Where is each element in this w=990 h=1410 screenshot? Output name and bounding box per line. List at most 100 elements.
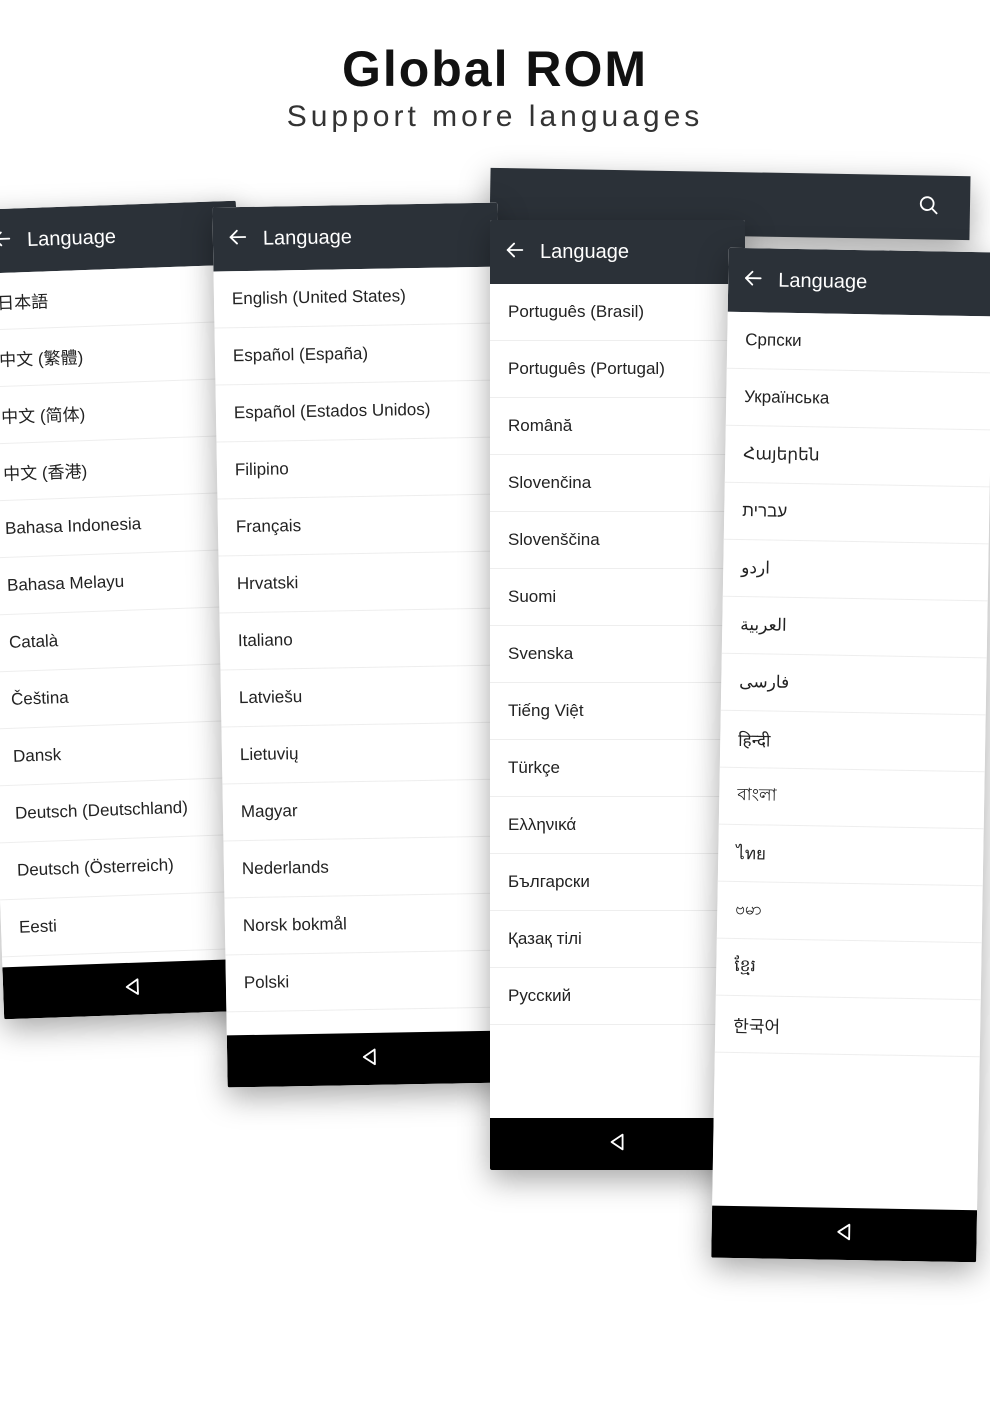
language-label: 한국어	[733, 1011, 780, 1037]
language-label: فارسی	[739, 672, 789, 693]
list-item[interactable]: Српски	[727, 312, 990, 374]
nav-back-icon[interactable]	[833, 1220, 855, 1247]
list-item[interactable]: Português (Portugal)	[490, 341, 745, 398]
language-label: Magyar	[241, 801, 298, 822]
language-label: Français	[236, 516, 302, 537]
language-label: 中文 (繁體)	[0, 343, 84, 371]
language-label: Čeština	[11, 688, 69, 710]
language-label: Eesti	[19, 916, 57, 937]
language-label: Lietuvių	[240, 744, 299, 765]
list-item[interactable]: Bahasa Melayu	[0, 549, 250, 615]
language-label: हिन्दी	[738, 728, 771, 752]
list-item[interactable]: Русский	[490, 968, 745, 1025]
language-label: Español (España)	[233, 344, 368, 366]
list-item[interactable]: Ελληνικά	[490, 797, 745, 854]
list-item[interactable]: Български	[490, 854, 745, 911]
list-item[interactable]: 中文 (繁體)	[0, 322, 242, 388]
phone-screenshot-2: Language English (United States) Español (…	[212, 203, 512, 1088]
appbar: Language	[0, 201, 238, 274]
list-item[interactable]: বাংলা	[719, 768, 985, 830]
list-item[interactable]: Dansk	[0, 720, 256, 786]
language-label: Bahasa Melayu	[7, 572, 125, 596]
list-item[interactable]: Português (Brasil)	[490, 284, 745, 341]
language-label: Türkçe	[508, 758, 560, 778]
language-label: Tiếng Việt	[508, 701, 584, 721]
list-item[interactable]: فارسی	[721, 654, 987, 716]
language-label: Català	[9, 631, 59, 653]
nav-back-icon[interactable]	[358, 1045, 380, 1072]
appbar-title: Language	[263, 226, 352, 251]
list-item[interactable]: Italiano	[219, 609, 505, 671]
language-label: Italiano	[238, 630, 293, 651]
language-label: Ελληνικά	[508, 815, 576, 835]
android-navbar	[490, 1118, 745, 1170]
phone-screenshot-4: Language СрпскиУкраїнська Հայերեն עברית اردو…	[711, 248, 990, 1262]
language-label: Polski	[244, 972, 290, 993]
list-item[interactable]: Bahasa Indonesia	[0, 493, 248, 559]
language-label: Deutsch (Deutschland)	[15, 798, 189, 824]
list-item[interactable]: Svenska	[490, 626, 745, 683]
list-item[interactable]: Lietuvių	[221, 723, 507, 785]
list-item[interactable]: العربية	[722, 597, 988, 659]
list-item[interactable]: Suomi	[490, 569, 745, 626]
list-item[interactable]: Norsk bokmål	[224, 893, 510, 955]
phone-screenshot-3: LanguagePortuguês (Brasil)Português (Por…	[490, 220, 745, 1170]
list-item[interactable]: Nederlands	[223, 836, 509, 898]
list-item[interactable]: Deutsch (Österreich)	[0, 834, 260, 900]
language-label: Հայերեն	[743, 444, 820, 465]
language-label: Norsk bokmål	[243, 914, 347, 936]
language-label: Русский	[508, 986, 571, 1006]
list-item[interactable]: ខ្មែរ	[716, 939, 982, 1001]
language-label: Português (Brasil)	[508, 302, 644, 322]
android-navbar	[227, 1030, 513, 1087]
back-icon[interactable]	[504, 239, 526, 266]
list-item[interactable]: ဗမာ	[717, 882, 983, 944]
list-item[interactable]: Español (España)	[214, 324, 500, 386]
list-item[interactable]: Українська	[726, 369, 990, 431]
list-item[interactable]: Polski	[225, 950, 511, 1012]
promo-title: Global ROM	[0, 40, 990, 98]
back-icon[interactable]	[742, 267, 764, 294]
list-item[interactable]: 中文 (简体)	[0, 379, 244, 445]
list-item[interactable]: Català	[0, 606, 252, 672]
list-item[interactable]: Türkçe	[490, 740, 745, 797]
language-list[interactable]: СрпскиУкраїнська Հայերեն עברית اردو العربية ف…	[712, 312, 990, 1210]
search-icon[interactable]	[918, 194, 940, 221]
language-label: اردو	[741, 558, 770, 578]
list-item[interactable]: اردو	[723, 540, 989, 602]
list-item[interactable]: Magyar	[222, 779, 508, 841]
list-item[interactable]: हिन्दी	[720, 711, 986, 773]
list-item[interactable]: 한국어	[715, 996, 981, 1058]
list-item[interactable]: 中文 (香港)	[0, 436, 246, 502]
list-item[interactable]: Deutsch (Deutschland)	[0, 777, 258, 843]
list-item[interactable]: Français	[217, 495, 503, 557]
appbar-title: Language	[778, 269, 867, 294]
language-list[interactable]: English (United States) Español (España) E…	[213, 267, 511, 1036]
language-label: Deutsch (Österreich)	[17, 855, 174, 880]
list-item[interactable]: Filipino	[216, 438, 502, 500]
language-label: العربية	[740, 615, 787, 636]
list-item[interactable]: Español (Estados Unidos)	[215, 381, 501, 443]
list-item[interactable]: English (United States)	[213, 267, 499, 329]
nav-back-icon[interactable]	[607, 1131, 629, 1158]
list-item[interactable]: Slovenčina	[490, 455, 745, 512]
list-item[interactable]: עברית	[724, 483, 990, 545]
language-label: Suomi	[508, 587, 556, 607]
promo-stage: Global ROM Support more languages Langua…	[0, 0, 990, 1410]
list-item[interactable]: Қазақ тілі	[490, 911, 745, 968]
list-item[interactable]: Eesti	[0, 891, 262, 957]
list-item[interactable]: Հայերեն	[725, 426, 990, 488]
nav-back-icon[interactable]	[122, 975, 145, 1003]
language-label: 中文 (简体)	[1, 400, 86, 428]
back-icon[interactable]	[227, 225, 249, 252]
list-item[interactable]: Čeština	[0, 663, 254, 729]
back-icon[interactable]	[0, 227, 14, 255]
list-item[interactable]: Română	[490, 398, 745, 455]
list-item[interactable]: Hrvatski	[218, 552, 504, 614]
list-item[interactable]: 日本語	[0, 265, 240, 331]
language-list[interactable]: Português (Brasil) Português (Portugal)Ro…	[490, 284, 745, 1118]
list-item[interactable]: Tiếng Việt	[490, 683, 745, 740]
list-item[interactable]: ไทย	[718, 825, 984, 887]
list-item[interactable]: Slovenščina	[490, 512, 745, 569]
list-item[interactable]: Latviešu	[220, 666, 506, 728]
